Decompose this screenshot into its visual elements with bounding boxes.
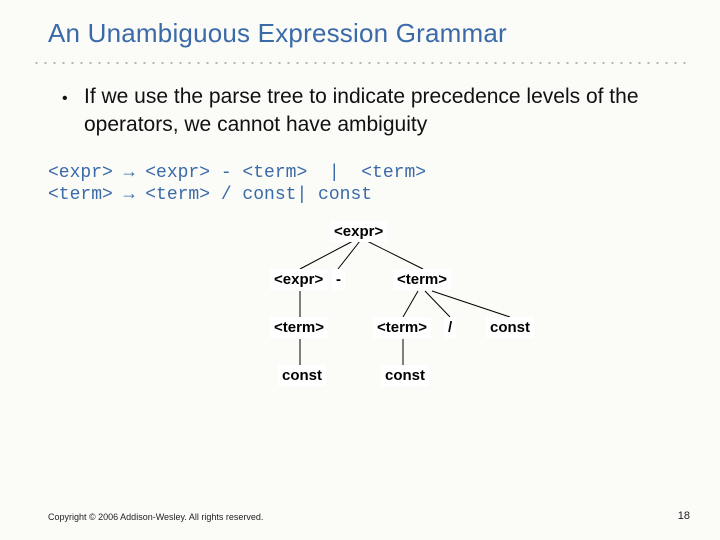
tree-node-term-right: <term> [393,269,451,290]
slide-title: An Unambiguous Expression Grammar [0,0,720,59]
tree-node-term-ll: <term> [270,317,328,338]
divider-dots [32,61,688,65]
tree-edges [0,217,720,417]
tree-node-const-rr: const [486,317,534,338]
parse-tree: <expr> <expr> - <term> <term> <term> / c… [0,217,720,417]
tree-node-expr-root: <expr> [330,221,387,242]
grammar-line-2: <term> → <term> / const| const [48,185,372,205]
tree-node-expr-left: <expr> [270,269,327,290]
grammar-line-1: <expr> → <expr> - <term> | <term> [48,163,426,183]
bullet-text: If we use the parse tree to indicate pre… [84,83,660,140]
tree-node-const-rll: const [381,365,429,386]
tree-node-slash: / [444,317,456,338]
bullet-marker: • [62,83,84,140]
tree-node-const-lll: const [278,365,326,386]
copyright-text: Copyright © 2006 Addison-Wesley. All rig… [48,512,263,522]
tree-node-minus: - [332,269,345,290]
grammar-block: <expr> → <expr> - <term> | <term> <term>… [0,140,720,207]
tree-node-term-rl: <term> [373,317,431,338]
page-number: 18 [678,510,690,522]
bullet-item: • If we use the parse tree to indicate p… [0,83,720,140]
